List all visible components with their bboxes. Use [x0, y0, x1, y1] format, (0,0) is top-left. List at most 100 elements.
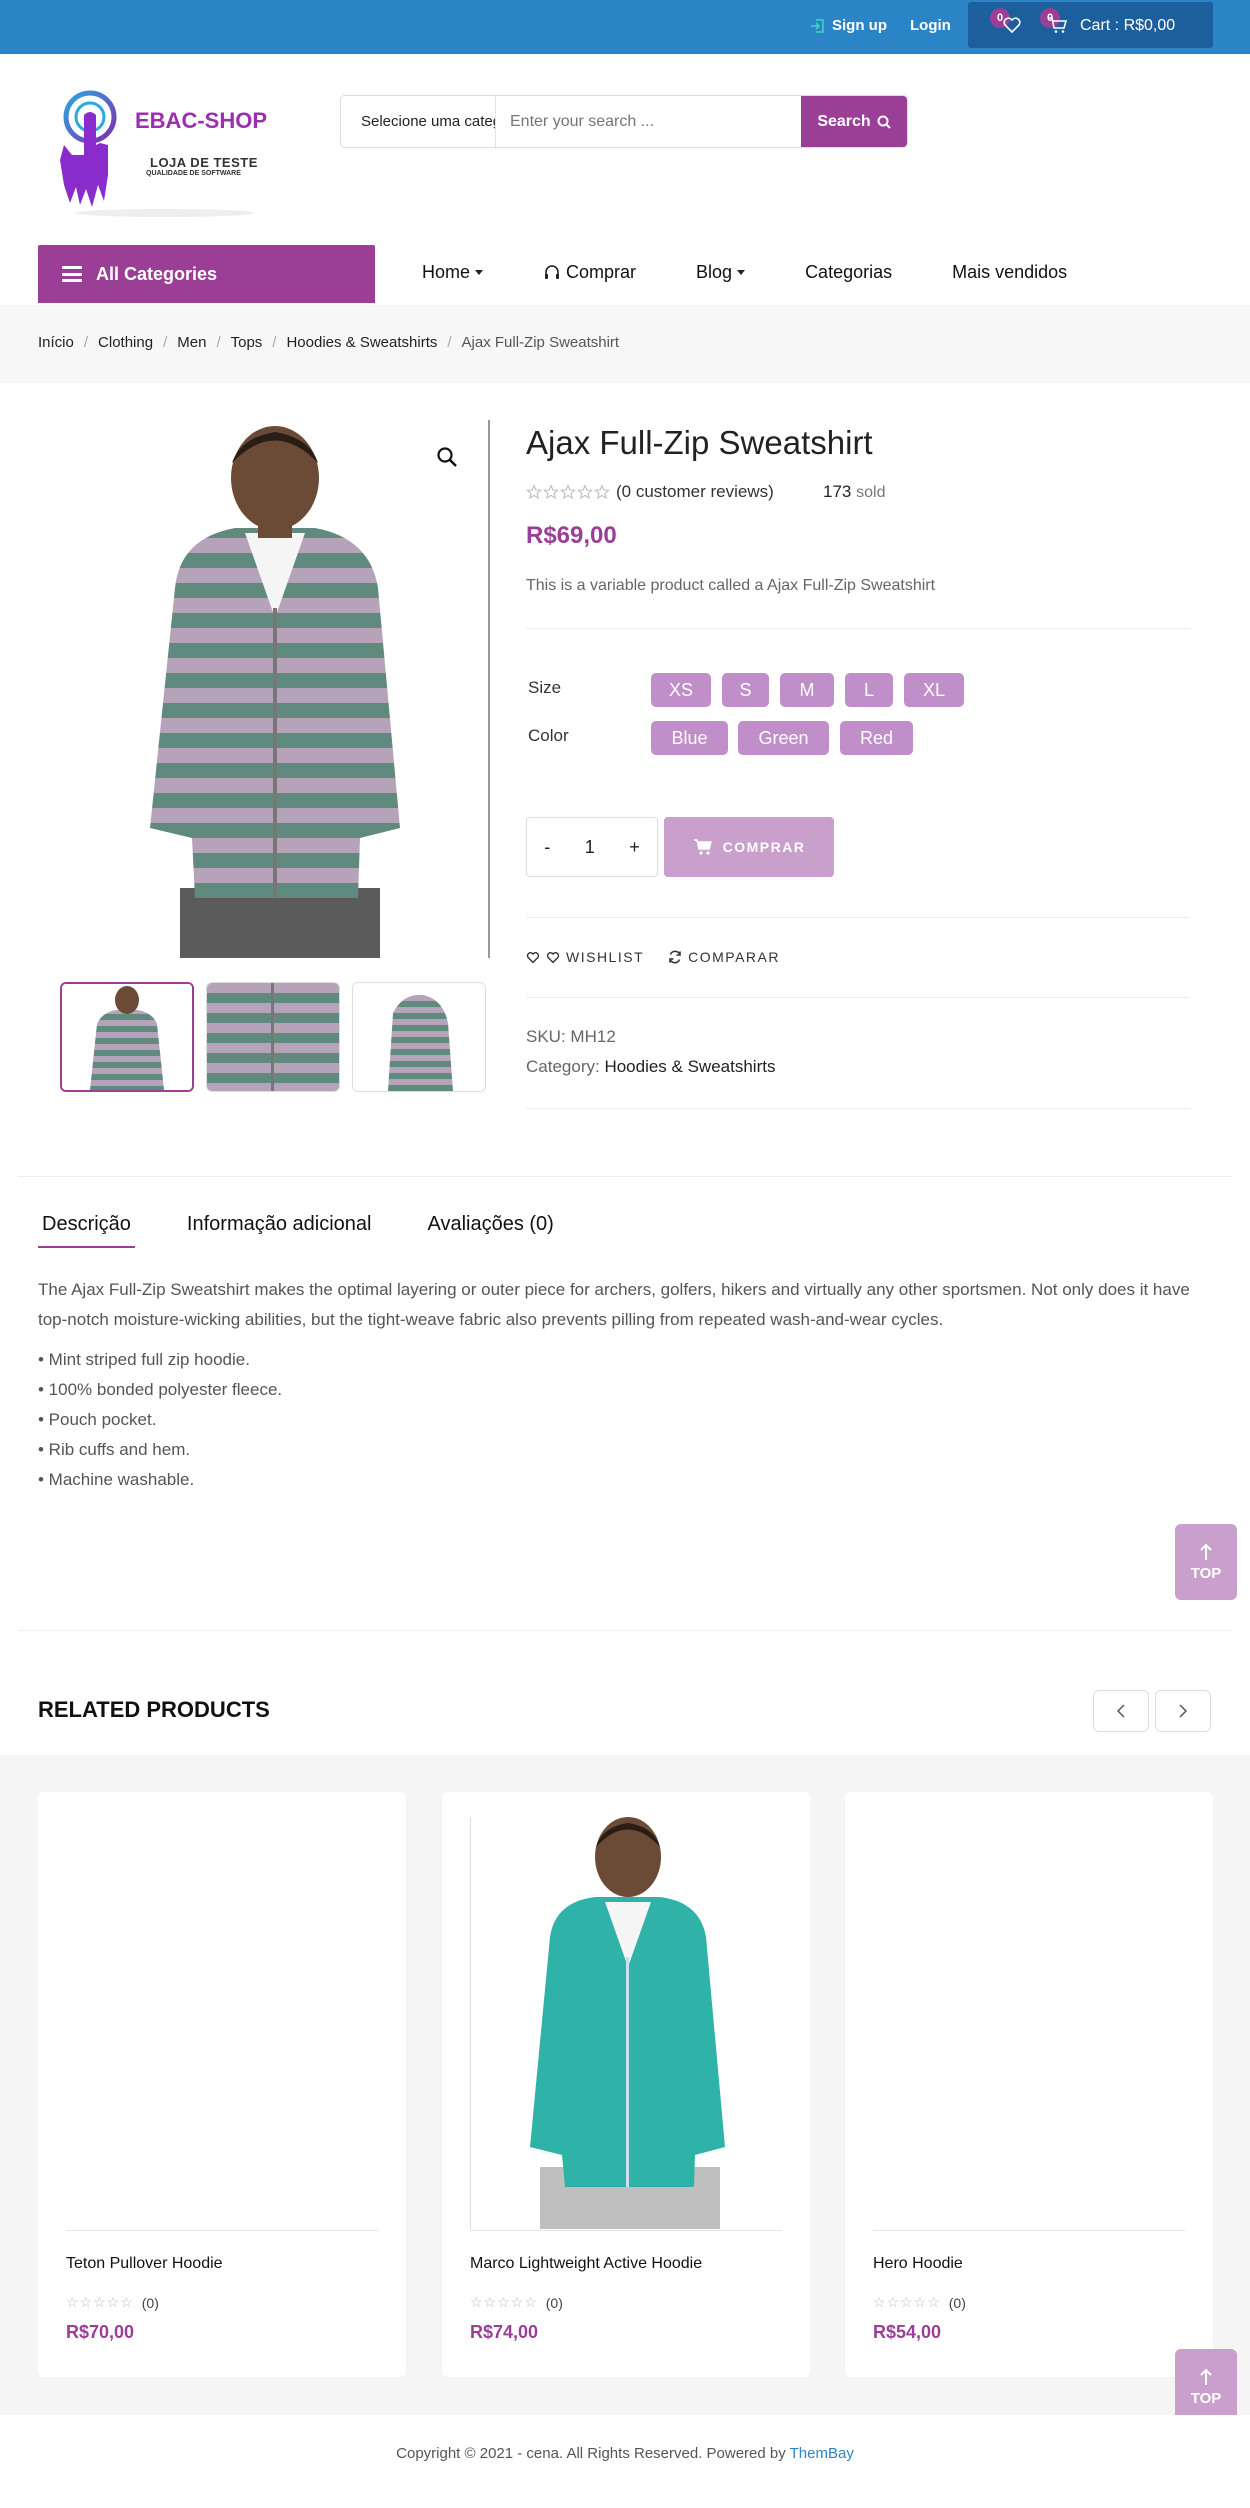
star-empty-icon — [543, 484, 559, 500]
menu-icon — [62, 266, 82, 282]
refresh-icon — [669, 950, 681, 964]
nav-item-comprar[interactable]: Comprar — [543, 262, 636, 283]
divider — [526, 997, 1190, 998]
wishlist-button[interactable]: WISHLIST — [526, 949, 644, 965]
bullet-item: • Pouch pocket. — [38, 1410, 157, 1429]
star-empty-icon — [577, 484, 593, 500]
qty-minus-button[interactable]: - — [544, 837, 550, 858]
rating-stars — [526, 484, 610, 500]
search-button[interactable]: Search — [801, 96, 907, 147]
teal-hoodie-photo — [470, 1817, 725, 2229]
product-card-image[interactable] — [470, 1817, 782, 2229]
caret-down-icon — [737, 270, 746, 275]
product-card-rating: ☆☆☆☆☆ (0) — [873, 2294, 966, 2311]
product-card-reviews: (0) — [141, 2294, 159, 2311]
star-empty-icon — [526, 484, 542, 500]
arrow-up-icon — [1200, 2368, 1212, 2385]
product-card[interactable]: Teton Pullover Hoodie ☆☆☆☆☆ (0) R$70,00 — [38, 1792, 406, 2377]
star-rating-icon: ☆☆☆☆☆ — [873, 2294, 941, 2310]
product-card-name[interactable]: Marco Lightweight Active Hoodie — [470, 2255, 702, 2273]
logo-hand-icon — [60, 90, 255, 217]
arrow-up-icon — [1200, 1543, 1212, 1560]
thembay-link[interactable]: ThemBay — [790, 2445, 854, 2462]
size-option-s[interactable]: S — [722, 673, 769, 707]
breadcrumb-bar: Início / Clothing / Men / Tops / Hoodies & S… — [0, 305, 1250, 383]
product-card-price: R$54,00 — [873, 2322, 942, 2342]
product-rating: (0 customer reviews) — [526, 482, 774, 502]
qty-input[interactable]: 1 — [585, 837, 595, 858]
footer: Copyright © 2021 - cena. All Rights Rese… — [0, 2415, 1250, 2508]
nav-home-label: Home — [422, 262, 471, 282]
product-card[interactable]: Marco Lightweight Active Hoodie ☆☆☆☆☆ (0… — [442, 1792, 810, 2377]
sold-number: 173 — [823, 482, 852, 501]
product-card-name[interactable]: Hero Hoodie — [873, 2255, 963, 2273]
product-card[interactable]: Hero Hoodie ☆☆☆☆☆ (0) R$54,00 — [845, 1792, 1213, 2377]
nav-item-home[interactable]: Home — [422, 262, 484, 283]
back-to-top-button[interactable]: TOP — [1175, 1524, 1237, 1600]
logo-tagline: QUALIDADE DE SOFTWARE — [146, 170, 241, 177]
size-option-xs[interactable]: XS — [651, 673, 711, 707]
size-option-xl[interactable]: XL — [904, 673, 964, 707]
size-option-m[interactable]: M — [780, 673, 834, 707]
tab-descricao[interactable]: Descrição — [38, 1213, 135, 1248]
copyright-text: Copyright © 2021 - cena. All Rights Rese… — [396, 2445, 786, 2462]
cart-box[interactable]: 0 0 Cart : R$0,00 — [968, 2, 1213, 48]
breadcrumb-men[interactable]: Men — [177, 334, 206, 351]
nav-blog-label: Blog — [696, 262, 733, 282]
product-thumbnail-2[interactable] — [206, 982, 340, 1092]
divider — [470, 2230, 782, 2231]
product-card-image[interactable] — [873, 1817, 1185, 2229]
qty-plus-button[interactable]: + — [629, 837, 640, 858]
nav-item-blog[interactable]: Blog — [696, 262, 746, 283]
cart-icon — [1049, 17, 1067, 33]
heart-icon — [526, 951, 540, 963]
chevron-right-icon — [1179, 1704, 1188, 1718]
carousel-next-button[interactable] — [1155, 1690, 1211, 1732]
signup-link[interactable]: Sign up — [810, 17, 887, 34]
site-logo[interactable] — [50, 85, 290, 220]
product-card-reviews: (0) — [948, 2294, 966, 2311]
signup-label: Sign up — [832, 17, 887, 34]
tab-avaliacoes[interactable]: Avaliações (0) — [423, 1213, 557, 1248]
sold-label: sold — [856, 484, 886, 501]
bullet-item: • 100% bonded polyester fleece. — [38, 1380, 283, 1399]
cart-icon — [693, 839, 712, 855]
cart-total: Cart : R$0,00 — [1080, 17, 1176, 34]
color-label: Color — [528, 726, 569, 745]
add-to-cart-button[interactable]: COMPRAR — [664, 817, 834, 877]
back-to-top-button[interactable]: TOP — [1175, 2349, 1237, 2425]
tab-informacao-adicional[interactable]: Informação adicional — [183, 1213, 376, 1248]
all-categories-label: All Categories — [96, 263, 218, 284]
image-divider — [488, 420, 490, 958]
product-card-image[interactable] — [66, 1817, 378, 2229]
product-thumbnail-1[interactable] — [60, 982, 194, 1092]
carousel-prev-button[interactable] — [1093, 1690, 1149, 1732]
product-main-image[interactable] — [60, 418, 490, 958]
nav-item-mais-vendidos[interactable]: Mais vendidos — [952, 262, 1067, 283]
product-thumbnail-3[interactable] — [352, 982, 486, 1092]
product-card-name[interactable]: Teton Pullover Hoodie — [66, 2255, 223, 2273]
login-link[interactable]: Login — [910, 17, 951, 34]
category-link[interactable]: Hoodies & Sweatshirts — [604, 1057, 775, 1076]
review-count-link[interactable]: (0 customer reviews) — [616, 482, 774, 502]
description-text: The Ajax Full-Zip Sweatshirt makes the o… — [38, 1280, 1190, 1329]
size-option-l[interactable]: L — [845, 673, 893, 707]
color-option-blue[interactable]: Blue — [651, 721, 728, 755]
search-icon — [877, 115, 891, 129]
product-price: R$69,00 — [526, 522, 617, 549]
breadcrumb-clothing[interactable]: Clothing — [98, 334, 153, 351]
nav-item-categorias[interactable]: Categorias — [805, 262, 892, 283]
breadcrumb-tops[interactable]: Tops — [231, 334, 263, 351]
compare-button[interactable]: COMPARAR — [668, 949, 780, 965]
breadcrumb-hoodies[interactable]: Hoodies & Sweatshirts — [286, 334, 437, 351]
search-input[interactable] — [496, 96, 801, 147]
product-card-price: R$70,00 — [66, 2322, 135, 2342]
heart-icon[interactable] — [1002, 16, 1022, 34]
zoom-icon[interactable] — [436, 446, 458, 468]
breadcrumb-inicio[interactable]: Início — [38, 334, 74, 351]
product-card-rating: ☆☆☆☆☆ (0) — [66, 2294, 159, 2311]
all-categories-button[interactable]: All Categories — [38, 245, 375, 303]
color-option-red[interactable]: Red — [840, 721, 913, 755]
color-option-green[interactable]: Green — [738, 721, 829, 755]
search-category-select[interactable]: Selecione uma categoria — [341, 96, 496, 147]
